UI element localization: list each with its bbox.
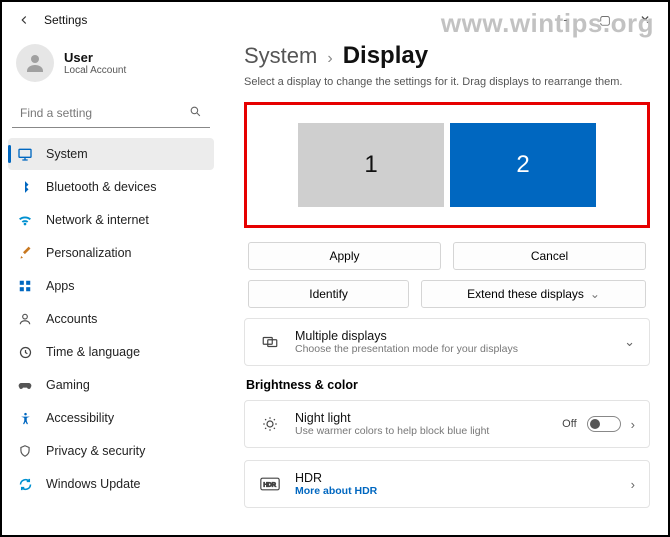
user-sub: Local Account	[64, 65, 126, 76]
sidebar-item-apps[interactable]: Apps	[8, 270, 214, 302]
sidebar-item-accounts[interactable]: Accounts	[8, 303, 214, 335]
update-icon	[16, 477, 34, 492]
sidebar-item-label: Accessibility	[46, 411, 114, 425]
sidebar-item-accessibility[interactable]: Accessibility	[8, 402, 214, 434]
user-info[interactable]: User Local Account	[8, 38, 214, 96]
brush-icon	[16, 246, 34, 261]
hdr-icon: HDR	[259, 477, 281, 491]
avatar	[16, 44, 54, 82]
titlebar: Settings ─ ▢ ✕	[2, 2, 668, 38]
sidebar-item-label: Privacy & security	[46, 444, 145, 458]
sidebar-item-system[interactable]: System	[8, 138, 214, 170]
multi-sub: Choose the presentation mode for your di…	[295, 343, 518, 355]
multi-title: Multiple displays	[295, 329, 518, 343]
search-icon	[189, 105, 202, 121]
maximize-button[interactable]: ▢	[590, 13, 620, 27]
minimize-button[interactable]: ─	[550, 13, 580, 27]
sidebar-item-privacy[interactable]: Privacy & security	[8, 435, 214, 467]
accounts-icon	[16, 312, 34, 326]
svg-text:HDR: HDR	[263, 483, 276, 489]
sidebar-item-personalization[interactable]: Personalization	[8, 237, 214, 269]
breadcrumb: System › Display	[244, 42, 650, 70]
breadcrumb-separator: ›	[327, 50, 332, 68]
instruction-text: Select a display to change the settings …	[244, 76, 650, 88]
apps-icon	[16, 279, 34, 293]
clock-icon	[16, 345, 34, 360]
display-1[interactable]: 1	[298, 123, 444, 207]
night-light-icon	[259, 415, 281, 433]
display-2[interactable]: 2	[450, 123, 596, 207]
chevron-right-icon: ›	[631, 477, 635, 492]
sidebar-item-network[interactable]: Network & internet	[8, 204, 214, 236]
identify-button[interactable]: Identify	[248, 280, 409, 308]
sidebar-item-label: Bluetooth & devices	[46, 180, 157, 194]
sidebar-item-bluetooth[interactable]: Bluetooth & devices	[8, 171, 214, 203]
sidebar-item-label: Apps	[46, 279, 75, 293]
user-name: User	[64, 50, 126, 65]
chevron-down-icon: ⌄	[590, 287, 600, 301]
sidebar-item-label: Personalization	[46, 246, 131, 260]
system-icon	[16, 146, 34, 162]
hdr-card[interactable]: HDR HDR More about HDR ›	[244, 460, 650, 508]
night-light-toggle[interactable]	[587, 416, 621, 432]
night-light-state: Off	[562, 418, 576, 430]
apply-button[interactable]: Apply	[248, 242, 441, 270]
bluetooth-icon	[16, 180, 34, 194]
multiple-displays-card[interactable]: Multiple displays Choose the presentatio…	[244, 318, 650, 366]
page-title: Display	[343, 42, 428, 70]
shield-icon	[16, 444, 34, 458]
window-controls: ─ ▢ ✕	[550, 13, 660, 27]
nav: System Bluetooth & devices Network & int…	[8, 138, 214, 500]
sidebar-item-label: System	[46, 147, 88, 161]
night-light-title: Night light	[295, 411, 489, 425]
displays-icon	[259, 333, 281, 351]
breadcrumb-parent[interactable]: System	[244, 43, 317, 69]
back-button[interactable]	[10, 6, 38, 34]
search-input[interactable]	[12, 98, 210, 128]
sidebar-item-label: Network & internet	[46, 213, 149, 227]
gaming-icon	[16, 377, 34, 393]
sidebar-item-label: Gaming	[46, 378, 90, 392]
chevron-down-icon: ⌄	[624, 334, 635, 350]
main-content: System › Display Select a display to cha…	[222, 38, 668, 535]
cancel-button[interactable]: Cancel	[453, 242, 646, 270]
sidebar-item-label: Time & language	[46, 345, 140, 359]
close-button[interactable]: ✕	[630, 13, 660, 27]
sidebar-item-label: Accounts	[46, 312, 97, 326]
search-wrap	[12, 98, 210, 128]
sidebar: User Local Account System Bluetooth & de…	[2, 38, 222, 535]
sidebar-item-time[interactable]: Time & language	[8, 336, 214, 368]
sidebar-item-update[interactable]: Windows Update	[8, 468, 214, 500]
app-title: Settings	[44, 13, 87, 27]
night-light-sub: Use warmer colors to help block blue lig…	[295, 425, 489, 437]
accessibility-icon	[16, 411, 34, 426]
night-light-card[interactable]: Night light Use warmer colors to help bl…	[244, 400, 650, 448]
sidebar-item-gaming[interactable]: Gaming	[8, 369, 214, 401]
display-arrangement: 1 2	[244, 102, 650, 228]
brightness-section-header: Brightness & color	[246, 378, 650, 392]
extend-dropdown[interactable]: Extend these displays ⌄	[421, 280, 646, 308]
hdr-title: HDR	[295, 471, 377, 485]
chevron-right-icon: ›	[631, 417, 635, 432]
hdr-link[interactable]: More about HDR	[295, 485, 377, 497]
extend-label: Extend these displays	[467, 287, 584, 301]
wifi-icon	[16, 212, 34, 228]
sidebar-item-label: Windows Update	[46, 477, 141, 491]
